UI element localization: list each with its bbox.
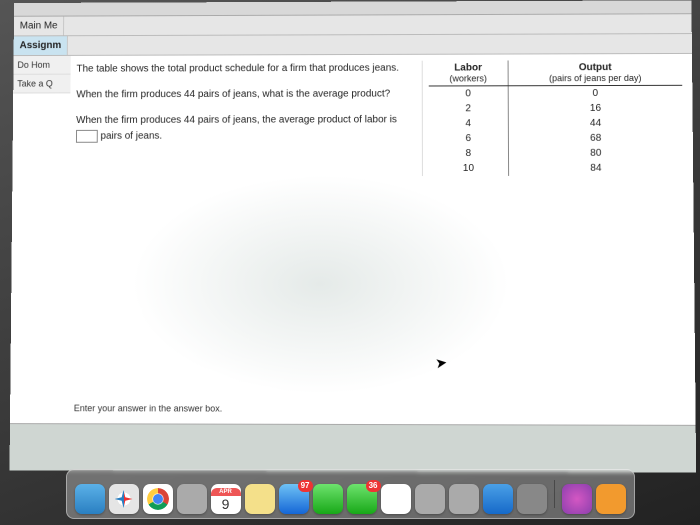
table-body: 00 216 444 668 880 1084	[429, 85, 683, 176]
chrome-icon[interactable]	[143, 484, 173, 514]
data-table-wrap: Labor (workers) Output (pairs of jeans p…	[422, 60, 683, 176]
numbers-icon[interactable]	[449, 484, 479, 514]
cell-labor: 2	[429, 101, 508, 116]
cell-labor: 6	[429, 131, 509, 146]
sidebar: Do Hom Take a Q	[13, 56, 71, 94]
cell-output: 80	[508, 146, 683, 161]
messages-icon[interactable]: 36	[347, 484, 377, 514]
fill-after: pairs of jeans.	[100, 131, 162, 142]
cell-labor: 4	[429, 116, 508, 131]
pages-icon[interactable]	[415, 484, 445, 514]
cell-output: 44	[508, 116, 682, 131]
col-labor-title: Labor	[454, 63, 482, 74]
cell-output: 16	[508, 101, 682, 116]
cell-output: 84	[508, 161, 683, 176]
table-row: 444	[429, 116, 683, 131]
question-intro: The table shows the total product schedu…	[76, 61, 407, 78]
product-schedule-table: Labor (workers) Output (pairs of jeans p…	[429, 60, 683, 176]
calendar-day: 9	[222, 496, 230, 511]
table-row: 880	[429, 146, 683, 161]
col-output-sub: (pairs of jeans per day)	[513, 73, 679, 83]
table-row: 216	[429, 101, 683, 117]
cell-labor: 10	[429, 161, 509, 176]
question-prompt: When the firm produces 44 pairs of jeans…	[76, 87, 408, 104]
col-labor-sub: (workers)	[433, 73, 504, 83]
nav-assignments[interactable]: Assignm	[14, 36, 69, 55]
sidebar-take-quiz[interactable]: Take a Q	[13, 75, 70, 94]
fill-before: When the firm produces 44 pairs of jeans…	[76, 114, 397, 126]
nav-tabs-2: Assignm	[14, 34, 692, 56]
calendar-icon[interactable]: APR 9	[211, 484, 241, 514]
launchpad-icon[interactable]	[177, 484, 207, 514]
itunes-icon[interactable]	[562, 484, 592, 514]
ibooks-icon[interactable]	[596, 484, 626, 514]
question-panel: The table shows the total product schedu…	[76, 61, 422, 155]
nav-main[interactable]: Main Me	[14, 17, 65, 36]
content-area: Do Hom Take a Q The table shows the tota…	[10, 54, 696, 426]
photos-icon[interactable]	[381, 484, 411, 514]
col-output-title: Output	[579, 62, 612, 73]
mail-icon[interactable]: 97	[279, 484, 309, 514]
nav-tabs: Main Me	[14, 14, 692, 36]
calendar-month: APR	[211, 488, 241, 496]
sysprefs-icon[interactable]	[517, 484, 547, 514]
dock-area: APR 9 97 36	[30, 469, 670, 519]
table-row: 00	[429, 85, 683, 101]
screen-glare	[130, 174, 511, 395]
messages-badge: 36	[366, 480, 381, 492]
cell-labor: 8	[429, 146, 509, 161]
cell-output: 0	[508, 85, 682, 101]
answer-instruction: Enter your answer in the answer box.	[74, 403, 222, 413]
cell-labor: 0	[429, 86, 508, 102]
sidebar-do-homework[interactable]: Do Hom	[13, 56, 70, 75]
cell-output: 68	[508, 131, 683, 146]
cursor-icon: ➤	[434, 354, 448, 373]
facetime-icon[interactable]	[313, 484, 343, 514]
screen: Main Me Assignm Do Hom Take a Q The tabl…	[10, 0, 697, 472]
mail-badge: 97	[298, 480, 313, 492]
col-output-header: Output (pairs of jeans per day)	[508, 60, 682, 86]
safari-icon[interactable]	[109, 484, 139, 514]
table-row: 1084	[429, 161, 683, 176]
table-row: 668	[429, 131, 683, 146]
finder-icon[interactable]	[75, 484, 105, 514]
dock: APR 9 97 36	[66, 469, 635, 519]
appstore-icon[interactable]	[483, 484, 513, 514]
dock-separator	[554, 480, 555, 508]
question-fill: When the firm produces 44 pairs of jeans…	[76, 112, 408, 144]
col-labor-header: Labor (workers)	[429, 60, 508, 86]
notes-icon[interactable]	[245, 484, 275, 514]
answer-input[interactable]	[76, 130, 98, 143]
